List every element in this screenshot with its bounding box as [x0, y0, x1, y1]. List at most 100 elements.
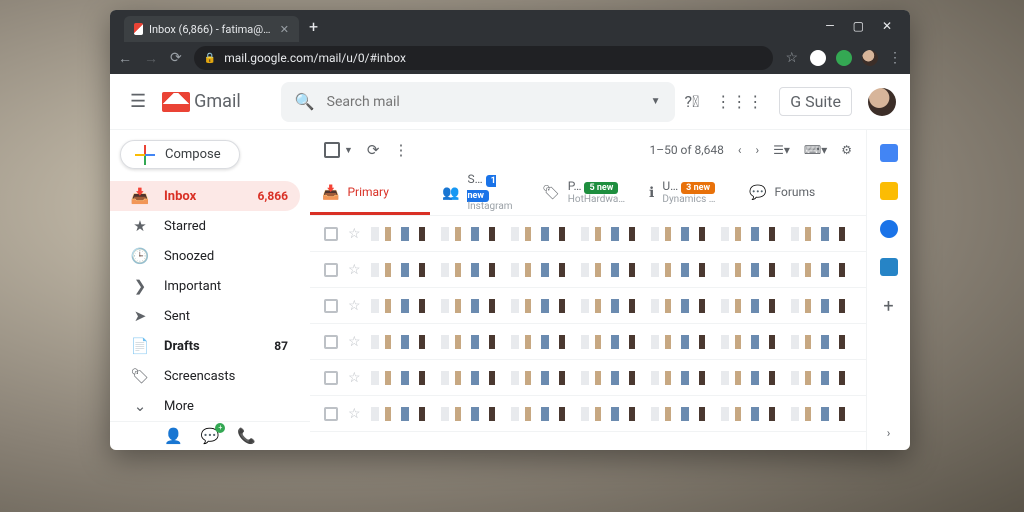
- forward-button[interactable]: →: [144, 50, 158, 67]
- gmail-logo[interactable]: Gmail: [162, 91, 241, 112]
- nav-count: 87: [274, 339, 288, 353]
- url-text: mail.google.com/mail/u/0/#inbox: [224, 51, 406, 65]
- nav-label: More: [164, 399, 194, 414]
- more-icon: ⌄: [132, 398, 148, 414]
- contacts-icon[interactable]: 👤: [164, 427, 183, 445]
- url-field[interactable]: 🔒 mail.google.com/mail/u/0/#inbox: [194, 46, 774, 70]
- select-dropdown-icon[interactable]: ▼: [344, 145, 353, 156]
- browser-tab[interactable]: Inbox (6,866) - fatima@addictive... ✕: [124, 16, 299, 42]
- address-bar: ← → ⟳ 🔒 mail.google.com/mail/u/0/#inbox …: [110, 42, 910, 74]
- email-content-redacted: [371, 263, 852, 277]
- nav-count: 6,866: [258, 189, 289, 203]
- kebab-menu-icon[interactable]: ⋮: [888, 50, 902, 66]
- tab-sublabel: Dynamics …: [662, 194, 715, 206]
- close-tab-icon[interactable]: ✕: [280, 23, 289, 36]
- star-icon[interactable]: ☆: [348, 334, 361, 350]
- tab-sublabel: HotHardwa…: [568, 194, 625, 206]
- sidebar-item-sent[interactable]: ➤Sent: [110, 301, 300, 331]
- category-tab-p[interactable]: 🏷P… 5 newHotHardwa…: [530, 170, 637, 215]
- get-addons-icon[interactable]: +: [883, 296, 893, 317]
- back-button[interactable]: ←: [118, 50, 132, 67]
- row-checkbox[interactable]: [324, 263, 338, 277]
- main-menu-icon[interactable]: ☰: [124, 85, 152, 118]
- email-content-redacted: [371, 299, 852, 313]
- compose-label: Compose: [165, 147, 221, 162]
- side-panel: + ›: [866, 130, 910, 450]
- extension-icon[interactable]: [810, 50, 826, 66]
- row-checkbox[interactable]: [324, 227, 338, 241]
- compose-button[interactable]: Compose: [120, 140, 240, 169]
- email-content-redacted: [371, 227, 852, 241]
- email-row[interactable]: ☆: [310, 360, 866, 396]
- extension-icon[interactable]: [836, 50, 852, 66]
- sidebar-item-screencasts[interactable]: 🏷Screencasts: [110, 361, 300, 391]
- star-icon[interactable]: ☆: [348, 298, 361, 314]
- select-all-checkbox[interactable]: [324, 142, 340, 158]
- email-row[interactable]: ☆: [310, 288, 866, 324]
- nav-label: Inbox: [164, 189, 196, 204]
- star-icon[interactable]: ☆: [348, 226, 361, 242]
- email-row[interactable]: ☆: [310, 324, 866, 360]
- email-row[interactable]: ☆: [310, 252, 866, 288]
- tasks-addon-icon[interactable]: [880, 220, 898, 238]
- input-tools-icon[interactable]: ⌨▾: [804, 143, 827, 157]
- trello-addon-icon[interactable]: [880, 258, 898, 276]
- phone-icon[interactable]: 📞: [237, 427, 256, 445]
- reload-button[interactable]: ⟳: [170, 50, 182, 66]
- search-box[interactable]: 🔍 ▼: [281, 82, 675, 122]
- email-row[interactable]: ☆: [310, 396, 866, 432]
- row-checkbox[interactable]: [324, 371, 338, 385]
- sidebar-item-starred[interactable]: ★Starred: [110, 211, 300, 241]
- email-content-redacted: [371, 407, 852, 421]
- sidebar-item-important[interactable]: ❯Important: [110, 271, 300, 301]
- hangouts-icon[interactable]: 💬+: [201, 427, 220, 445]
- star-icon[interactable]: ☆: [348, 370, 361, 386]
- help-icon[interactable]: ?⃝: [685, 92, 700, 111]
- main-pane: ▼ ⟳ ⋮ 1–50 of 8,648 ‹ › ☰▾ ⌨▾ ⚙ 📥Primary…: [310, 130, 866, 450]
- category-tab-primary[interactable]: 📥Primary: [310, 170, 430, 215]
- list-toolbar: ▼ ⟳ ⋮ 1–50 of 8,648 ‹ › ☰▾ ⌨▾ ⚙: [310, 130, 866, 170]
- density-icon[interactable]: ☰▾: [773, 143, 790, 157]
- body: Compose 📥 Inbox 6,866 ★Starred🕒Snoozed❯Impo…: [110, 130, 910, 450]
- inbox-icon: 📥: [132, 188, 148, 204]
- category-tab-forums[interactable]: 💬Forums: [737, 170, 857, 215]
- minimize-button[interactable]: —: [825, 19, 834, 33]
- more-actions-icon[interactable]: ⋮: [394, 141, 409, 159]
- row-checkbox[interactable]: [324, 299, 338, 313]
- sidebar-item-inbox[interactable]: 📥 Inbox 6,866: [110, 181, 300, 211]
- calendar-addon-icon[interactable]: [880, 144, 898, 162]
- tab-badge: 1 new: [467, 175, 495, 202]
- search-options-icon[interactable]: ▼: [651, 96, 661, 107]
- keep-addon-icon[interactable]: [880, 182, 898, 200]
- apps-grid-icon[interactable]: ⋮⋮⋮: [715, 92, 763, 111]
- gsuite-badge[interactable]: G Suite: [779, 87, 852, 116]
- prev-page-icon[interactable]: ‹: [738, 143, 742, 157]
- category-tab-s[interactable]: 👥S… 1 newInstagram: [430, 170, 530, 215]
- search-icon[interactable]: 🔍: [295, 92, 315, 111]
- star-icon[interactable]: ☆: [348, 262, 361, 278]
- account-avatar[interactable]: [868, 88, 896, 116]
- new-tab-button[interactable]: +: [309, 17, 318, 36]
- window-controls: — ▢ ✕: [825, 19, 906, 33]
- gmail-m-icon: [162, 92, 190, 112]
- close-window-button[interactable]: ✕: [882, 19, 892, 33]
- category-tab-u[interactable]: ℹU… 3 newDynamics …: [637, 170, 737, 215]
- profile-avatar-small[interactable]: [862, 50, 878, 66]
- row-checkbox[interactable]: [324, 407, 338, 421]
- sidebar-item-snoozed[interactable]: 🕒Snoozed: [110, 241, 300, 271]
- collapse-panel-icon[interactable]: ›: [887, 426, 891, 440]
- bookmark-icon[interactable]: ☆: [785, 50, 798, 66]
- sidebar-item-more[interactable]: ⌄ More: [110, 391, 300, 421]
- star-icon[interactable]: ☆: [348, 406, 361, 422]
- email-row[interactable]: ☆: [310, 216, 866, 252]
- star-icon: ★: [132, 218, 148, 234]
- maximize-button[interactable]: ▢: [853, 19, 864, 33]
- next-page-icon[interactable]: ›: [756, 143, 760, 157]
- refresh-button[interactable]: ⟳: [367, 141, 380, 159]
- settings-gear-icon[interactable]: ⚙: [841, 143, 852, 157]
- titlebar: Inbox (6,866) - fatima@addictive... ✕ + …: [110, 10, 910, 42]
- sidebar-item-drafts[interactable]: 📄Drafts87: [110, 331, 300, 361]
- row-checkbox[interactable]: [324, 335, 338, 349]
- gmail-favicon: [134, 23, 143, 35]
- search-input[interactable]: [327, 94, 639, 110]
